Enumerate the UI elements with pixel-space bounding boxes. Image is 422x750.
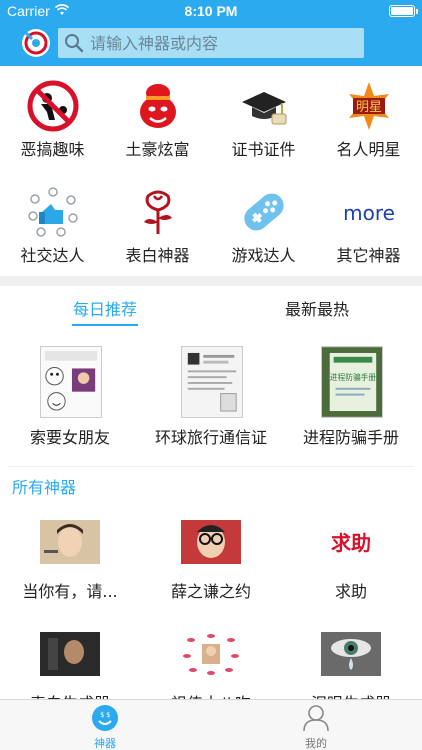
gamepad-icon bbox=[244, 193, 284, 231]
tab-indicator bbox=[72, 324, 138, 326]
rose-icon bbox=[144, 190, 172, 234]
category-label: 其它神器 bbox=[336, 246, 401, 265]
svg-text:$: $ bbox=[100, 711, 104, 719]
tab-latest-hot[interactable]: 最新最热 bbox=[247, 296, 387, 326]
category-label: 证书证件 bbox=[231, 140, 296, 159]
tabbar-label: 神器 bbox=[94, 737, 116, 750]
help-thumb-text: 求助 bbox=[331, 531, 371, 555]
category-label: 游戏达人 bbox=[231, 246, 296, 265]
more-icon: more bbox=[343, 201, 395, 225]
category-label: 名人明星 bbox=[336, 140, 401, 159]
search-icon bbox=[65, 34, 84, 53]
red-face-icon bbox=[140, 84, 176, 128]
section-divider bbox=[0, 276, 422, 286]
featured-label: 环球旅行通信证 bbox=[154, 428, 267, 447]
section-title-all-tools: 所有神器 bbox=[12, 478, 77, 497]
tabbar-item-mine[interactable]: 我的 bbox=[276, 704, 356, 750]
manual-thumbnail: 进程防骗手册 bbox=[321, 346, 383, 418]
featured-card[interactable]: 环球旅行通信证 bbox=[141, 346, 281, 447]
eye-tear-thumbnail bbox=[321, 632, 381, 676]
category-label: 土豪炫富 bbox=[125, 140, 190, 159]
featured-card[interactable]: 索要女朋友 bbox=[0, 346, 140, 447]
category-others[interactable]: more 其它神器 bbox=[316, 176, 421, 276]
passport-thumbnail bbox=[181, 346, 243, 418]
search-box[interactable] bbox=[58, 28, 364, 58]
tab-daily-recommend[interactable]: 每日推荐 bbox=[35, 296, 175, 326]
tool-label: 当你有，请... bbox=[22, 582, 118, 601]
dark-portrait-thumbnail bbox=[40, 632, 100, 676]
social-network-icon bbox=[28, 187, 78, 237]
tool-label: 求助 bbox=[334, 582, 367, 601]
portrait-thumbnail bbox=[40, 520, 100, 564]
status-time: 8:10 PM bbox=[184, 3, 238, 19]
tool-label: 薛之谦之约 bbox=[170, 582, 251, 601]
category-celebrity[interactable]: 明星 名人明星 bbox=[316, 70, 421, 170]
category-label: 恶搞趣味 bbox=[20, 140, 85, 159]
category-certificates[interactable]: 证书证件 bbox=[211, 70, 316, 170]
category-rich[interactable]: 土豪炫富 bbox=[105, 70, 210, 170]
meme-thumbnail bbox=[40, 346, 102, 418]
tool-item[interactable]: 当你有，请... bbox=[0, 520, 140, 620]
category-social[interactable]: 社交达人 bbox=[0, 176, 105, 276]
tab-bar: $ $ 神器 我的 bbox=[0, 699, 422, 750]
category-games[interactable]: 游戏达人 bbox=[211, 176, 316, 276]
tool-item[interactable]: 求助 求助 bbox=[281, 520, 421, 620]
manual-thumb-text: 进程防骗手册 bbox=[330, 372, 377, 382]
graduation-cap-icon bbox=[242, 92, 287, 125]
smiley-dollar-icon: $ $ bbox=[92, 705, 118, 731]
category-confession[interactable]: 表白神器 bbox=[105, 176, 210, 276]
help-text-thumbnail: 求助 bbox=[321, 520, 381, 564]
header: Carrier 8:10 PM bbox=[0, 0, 422, 66]
app-logo-icon[interactable] bbox=[20, 27, 52, 59]
featured-label: 索要女朋友 bbox=[29, 428, 110, 447]
search-input[interactable] bbox=[90, 28, 360, 58]
tabbar-label: 我的 bbox=[305, 737, 327, 750]
more-icon-text: more bbox=[343, 201, 395, 225]
tabbar-item-tools[interactable]: $ $ 神器 bbox=[65, 704, 145, 750]
featured-card[interactable]: 进程防骗手册 进程防骗手册 bbox=[281, 346, 421, 447]
svg-text:$: $ bbox=[106, 711, 110, 719]
kiss-thumbnail bbox=[181, 632, 241, 676]
category-label: 社交达人 bbox=[20, 246, 85, 265]
star-badge-text: 明星 bbox=[356, 100, 382, 115]
prohibited-spitting-icon bbox=[27, 80, 79, 132]
status-bar: Carrier 8:10 PM bbox=[0, 0, 422, 22]
category-label: 表白神器 bbox=[125, 246, 190, 265]
divider-line bbox=[8, 466, 414, 467]
category-prank[interactable]: 恶搞趣味 bbox=[0, 70, 105, 170]
user-icon bbox=[303, 705, 329, 732]
star-badge-icon: 明星 bbox=[349, 82, 389, 130]
battery-icon bbox=[389, 5, 418, 17]
tool-item[interactable]: 薛之谦之约 bbox=[141, 520, 281, 620]
singer-thumbnail bbox=[181, 520, 241, 564]
featured-label: 进程防骗手册 bbox=[302, 428, 399, 447]
